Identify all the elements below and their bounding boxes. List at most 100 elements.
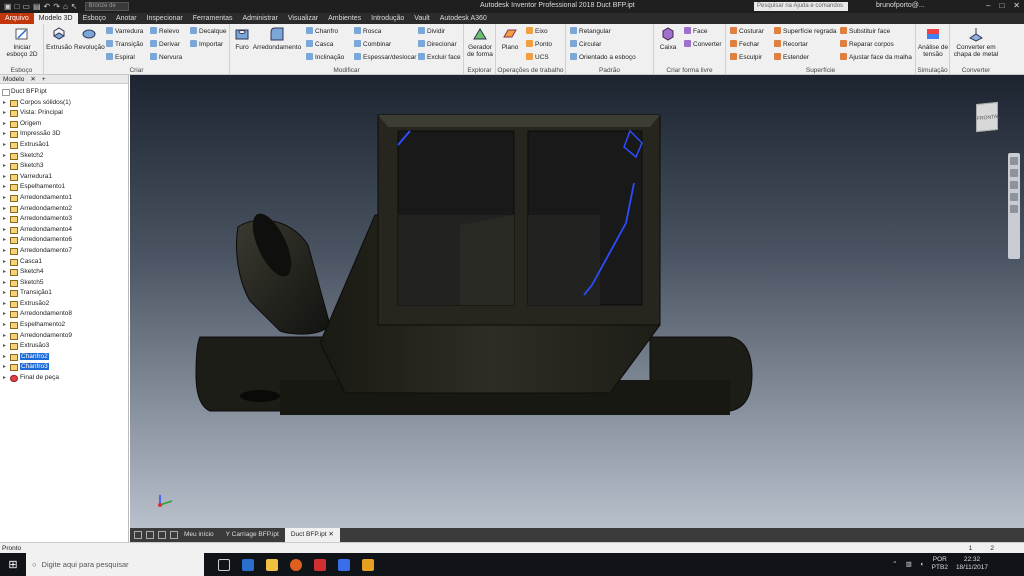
tree-node[interactable]: ▸ Casca1 — [0, 257, 129, 268]
close-icon[interactable]: ✕ — [328, 531, 333, 538]
tree-node[interactable]: ▸ Chanfro2 — [0, 352, 129, 363]
tree-node[interactable]: ▸ Varredura1 — [0, 172, 129, 183]
tab-arquivo[interactable]: Arquivo — [0, 13, 34, 24]
undo-icon[interactable]: ↶ — [44, 2, 51, 11]
inclinacao-button[interactable]: Inclinação — [306, 53, 344, 63]
expand-icon[interactable]: ▸ — [3, 98, 6, 109]
tree-node[interactable]: ▸ Extrusão3 — [0, 341, 129, 352]
chanfro-button[interactable]: Chanfro — [306, 27, 338, 37]
browser-tab-modelo[interactable]: Modelo — [3, 75, 24, 83]
expand-icon[interactable]: ▸ — [3, 362, 6, 373]
expand-icon[interactable]: ▸ — [3, 257, 6, 268]
expand-icon[interactable]: ▸ — [3, 204, 6, 215]
retangular-button[interactable]: Retangular — [570, 27, 611, 37]
network-icon[interactable]: ▥ — [906, 560, 912, 568]
doc-tab-duct[interactable]: Duct BFP.ipt ✕ — [284, 528, 340, 542]
converter-chapa-button[interactable]: Converter em chapa de metal — [950, 26, 1002, 58]
tab-vault[interactable]: Vault — [409, 13, 434, 24]
save-icon[interactable]: ▤ — [33, 2, 41, 11]
new-icon[interactable]: □ — [15, 2, 20, 11]
taskbar-search-input[interactable]: ○ Digite aqui para pesquisar — [26, 553, 204, 576]
expand-icon[interactable]: ▸ — [3, 172, 6, 183]
orientado-esboco-button[interactable]: Orientado a esboço — [570, 53, 636, 63]
add-icon[interactable]: + — [42, 75, 46, 83]
ucs-button[interactable]: UCS — [526, 53, 549, 63]
open-icon[interactable]: ▭ — [22, 2, 30, 11]
expand-icon[interactable]: ▸ — [3, 278, 6, 289]
dividir-button[interactable]: Dividir — [418, 27, 445, 37]
fechar-button[interactable]: Fechar — [730, 40, 759, 50]
tile-icon[interactable] — [146, 531, 154, 539]
tree-node[interactable]: ▸ Transição1 — [0, 288, 129, 299]
expand-icon[interactable]: ▸ — [3, 225, 6, 236]
home-icon[interactable]: ⌂ — [63, 2, 68, 11]
tree-node[interactable]: ▸ Impressão 3D — [0, 129, 129, 140]
relevo-button[interactable]: Relevo — [150, 27, 179, 37]
extrusao-button[interactable]: Extrusão — [46, 26, 72, 51]
ponto-button[interactable]: Ponto — [526, 40, 552, 50]
navigation-bar[interactable] — [1008, 153, 1020, 259]
tree-node[interactable]: ▸ Sketch5 — [0, 278, 129, 289]
tree-node[interactable]: ▸ Espelhamento2 — [0, 320, 129, 331]
tree-node[interactable]: ▸ Espelhamento1 — [0, 182, 129, 193]
tab-a360[interactable]: Autodesk A360 — [435, 13, 492, 24]
app-blue-icon[interactable] — [338, 558, 350, 571]
tab-introducao[interactable]: Introdução — [366, 13, 409, 24]
tab-administrar[interactable]: Administrar — [237, 13, 282, 24]
inventor-icon[interactable] — [362, 558, 374, 571]
expand-icon[interactable]: ▸ — [3, 309, 6, 320]
tree-node[interactable]: ▸ Arredondamento6 — [0, 235, 129, 246]
user-account[interactable]: brunofporto@... — [876, 2, 925, 9]
tab-ferramentas[interactable]: Ferramentas — [188, 13, 238, 24]
reparar-corpos-button[interactable]: Reparar corpos — [840, 40, 894, 50]
redo-icon[interactable]: ↷ — [53, 2, 60, 11]
expand-icon[interactable]: ▸ — [3, 140, 6, 151]
full-navigation-wheel-icon[interactable] — [1010, 157, 1018, 165]
circular-button[interactable]: Circular — [570, 40, 601, 50]
3d-viewport[interactable]: FRONTAL — [130, 75, 1024, 528]
expand-icon[interactable]: ▸ — [3, 246, 6, 257]
minimize-icon[interactable]: – — [986, 1, 990, 10]
tree-node[interactable]: ▸ Arredondamento9 — [0, 331, 129, 342]
expand-icon[interactable]: ▸ — [3, 119, 6, 130]
tree-node[interactable]: ▸ Sketch4 — [0, 267, 129, 278]
tree-node[interactable]: ▸ Arredondamento3 — [0, 214, 129, 225]
expand-icon[interactable]: ▸ — [3, 193, 6, 204]
tree-node[interactable]: ▸ Corpos sólidos(1) — [0, 98, 129, 109]
tab-inspecionar[interactable]: Inspecionar — [142, 13, 188, 24]
zoom-icon[interactable] — [1010, 181, 1018, 189]
firefox-icon[interactable] — [290, 558, 302, 571]
expand-icon[interactable]: ▸ — [3, 299, 6, 310]
tree-root[interactable]: Duct BFP.ipt — [0, 87, 129, 98]
expand-icon[interactable]: ▸ — [3, 129, 6, 140]
tab-modelo-3d[interactable]: Modelo 3D — [33, 13, 78, 24]
look-at-icon[interactable] — [1010, 205, 1018, 213]
converter-freeform-button[interactable]: Converter — [684, 40, 722, 50]
task-view-icon[interactable] — [218, 558, 230, 571]
tree-node[interactable]: ▸ Final de peça — [0, 373, 129, 384]
caixa-button[interactable]: Caixa — [656, 26, 680, 51]
expand-icon[interactable]: ▸ — [3, 182, 6, 193]
file-explorer-icon[interactable] — [266, 558, 278, 571]
tab-ambientes[interactable]: Ambientes — [323, 13, 366, 24]
arrange-icon[interactable] — [158, 531, 166, 539]
estender-button[interactable]: Estender — [774, 53, 809, 63]
expand-icon[interactable]: ▸ — [3, 161, 6, 172]
tree-node[interactable]: ▸ Chanfro3 — [0, 362, 129, 373]
language-indicator[interactable]: POR PTB2 — [932, 556, 948, 572]
help-search-input[interactable]: Pesquisar na Ajuda e comandos — [754, 2, 848, 11]
tree-node[interactable]: ▸ Sketch2 — [0, 151, 129, 162]
volume-icon[interactable]: ◖ — [920, 561, 924, 568]
excluir-face-button[interactable]: Excluir face — [418, 53, 461, 63]
importar-button[interactable]: Importar — [190, 40, 223, 50]
edge-icon[interactable] — [242, 558, 254, 571]
tray-arrow-icon[interactable]: ⌃ — [892, 560, 897, 568]
tree-node[interactable]: ▸ Sketch3 — [0, 161, 129, 172]
face-button[interactable]: Face — [684, 27, 707, 37]
expand-icon[interactable]: ▸ — [3, 331, 6, 342]
plano-button[interactable]: Plano — [498, 26, 522, 51]
revolucao-button[interactable]: Revolução — [74, 26, 105, 51]
tree-node[interactable]: ▸ Arredondamento4 — [0, 225, 129, 236]
cascade-icon[interactable] — [134, 531, 142, 539]
combinar-button[interactable]: Combinar — [354, 40, 391, 50]
